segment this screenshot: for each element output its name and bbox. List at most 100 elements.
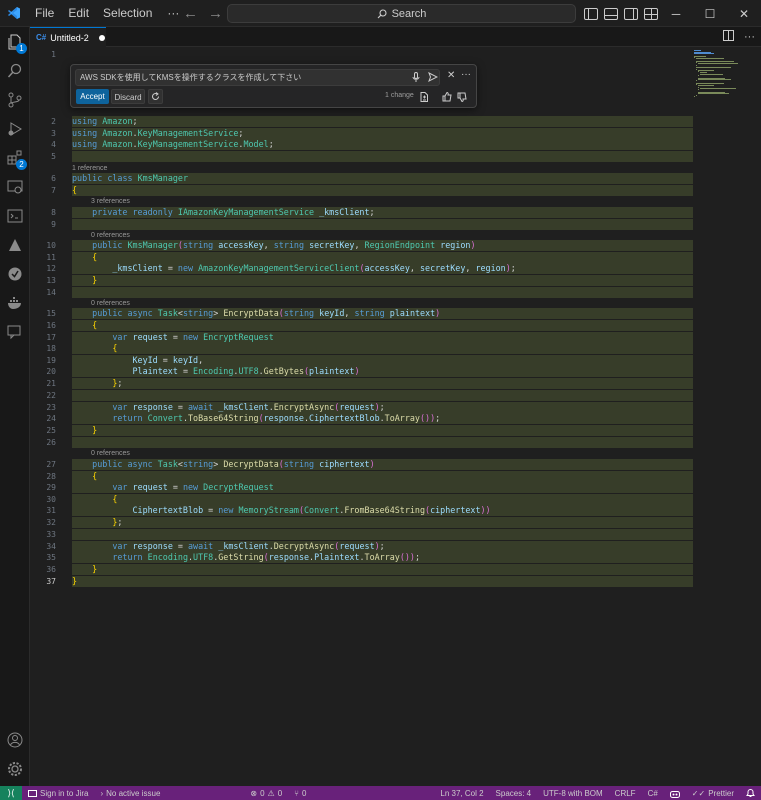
end-of-line[interactable]: CRLF <box>609 789 642 798</box>
source-control-icon[interactable] <box>6 91 24 109</box>
customize-layout-icon[interactable] <box>644 7 658 20</box>
chat-prompt-input[interactable]: AWS SDKを使用してKMSを操作するクラスを作成して下さい <box>75 69 440 86</box>
indentation[interactable]: Spaces: 4 <box>490 789 538 798</box>
code-line[interactable] <box>72 150 693 162</box>
view-diff-icon[interactable] <box>420 91 428 105</box>
back-arrow-icon[interactable]: ← <box>183 5 198 22</box>
microphone-icon[interactable] <box>412 71 420 85</box>
active-issue[interactable]: › No active issue <box>94 789 166 798</box>
code-editor[interactable]: 1 2 using Amazon; 3 using Amazon.KeyManageme… <box>30 47 761 786</box>
code-line[interactable]: }; <box>72 516 693 528</box>
split-editor-icon[interactable] <box>723 30 734 44</box>
toggle-primary-sidebar-icon[interactable] <box>584 7 598 20</box>
settings-gear-icon[interactable] <box>6 760 24 778</box>
minimize-icon[interactable]: ─ <box>659 0 693 27</box>
minimap-line <box>698 71 699 73</box>
code-line[interactable]: } <box>72 424 693 436</box>
code-line[interactable]: { <box>72 342 693 354</box>
run-debug-icon[interactable] <box>6 120 24 138</box>
send-icon[interactable] <box>428 71 439 85</box>
extensions-icon[interactable]: 2 <box>6 149 27 170</box>
remote-explorer-icon[interactable] <box>6 178 24 196</box>
code-line[interactable]: { <box>72 319 693 331</box>
vertical-scrollbar[interactable] <box>750 47 761 786</box>
codelens-decrypt[interactable]: 0 references <box>91 449 130 459</box>
ports-indicator[interactable]: ⑂ 0 <box>288 789 312 798</box>
docker-icon[interactable] <box>6 294 24 312</box>
code-line[interactable]: CiphertextBlob = new MemoryStream(Conver… <box>72 504 693 516</box>
code-line[interactable] <box>72 218 693 230</box>
command-center-search[interactable]: Search <box>227 4 576 23</box>
thumbs-down-icon[interactable] <box>457 91 467 105</box>
thumbs-up-icon[interactable] <box>442 91 452 105</box>
toggle-secondary-sidebar-icon[interactable] <box>624 7 638 20</box>
code-line[interactable]: using Amazon.KeyManagementService.Model; <box>72 138 693 150</box>
code-line[interactable]: public class KmsManager <box>72 172 693 184</box>
cursor-position[interactable]: Ln 37, Col 2 <box>434 789 489 798</box>
code-line[interactable]: private readonly IAmazonKeyManagementSer… <box>72 206 693 218</box>
more-actions-icon[interactable]: ··· <box>744 31 755 43</box>
code-line[interactable]: { <box>72 251 693 263</box>
code-line[interactable]: using Amazon.KeyManagementService; <box>72 127 693 139</box>
code-line[interactable] <box>72 389 693 401</box>
code-line[interactable]: public KmsManager(string accessKey, stri… <box>72 239 693 251</box>
code-line[interactable]: }; <box>72 377 693 389</box>
copilot-icon[interactable] <box>664 789 686 798</box>
code-line[interactable] <box>72 528 693 540</box>
code-line[interactable]: } <box>72 563 693 575</box>
aws-toolkit-icon[interactable] <box>6 236 24 254</box>
code-line[interactable]: return Encoding.UTF8.GetString(response.… <box>72 551 693 563</box>
code-line[interactable]: var response = await _kmsClient.DecryptA… <box>72 540 693 552</box>
code-line[interactable]: return Convert.ToBase64String(response.C… <box>72 412 693 424</box>
code-line[interactable] <box>72 436 693 448</box>
menu-selection[interactable]: Selection <box>96 0 159 27</box>
unsaved-dot-icon[interactable] <box>98 34 105 41</box>
forward-arrow-icon[interactable]: → <box>208 5 223 22</box>
menu-file[interactable]: File <box>28 0 61 27</box>
accept-button[interactable]: Accept <box>76 89 109 104</box>
codelens-field[interactable]: 3 references <box>91 197 130 207</box>
code-line[interactable]: var response = await _kmsClient.EncryptA… <box>72 401 693 413</box>
code-line[interactable] <box>72 49 693 61</box>
maximize-icon[interactable]: ☐ <box>693 0 727 27</box>
tab-untitled-2[interactable]: C# Untitled-2 <box>30 27 106 47</box>
code-line[interactable]: { <box>72 184 693 196</box>
remote-indicator-icon[interactable]: ⟩⟨ <box>0 786 22 800</box>
codelens-encrypt[interactable]: 0 references <box>91 299 130 309</box>
problems-indicator[interactable]: ⊗ 0 ⚠ 0 <box>244 789 288 798</box>
account-icon[interactable] <box>6 731 24 749</box>
code-line[interactable]: { <box>72 493 693 505</box>
code-line[interactable]: var request = new DecryptRequest <box>72 481 693 493</box>
close-window-icon[interactable]: ✕ <box>727 0 761 27</box>
code-line[interactable]: _kmsClient = new AmazonKeyManagementServ… <box>72 262 693 274</box>
testing-icon[interactable] <box>6 265 24 283</box>
code-line[interactable]: public async Task<string> EncryptData(st… <box>72 307 693 319</box>
code-line[interactable]: } <box>72 575 693 587</box>
jira-sign-in[interactable]: Sign in to Jira <box>22 789 94 798</box>
chat-icon[interactable] <box>6 323 24 341</box>
chat-more-icon[interactable]: ··· <box>461 69 471 80</box>
regenerate-icon[interactable] <box>148 89 163 104</box>
code-line[interactable]: Plaintext = Encoding.UTF8.GetBytes(plain… <box>72 365 693 377</box>
codelens-constructor[interactable]: 0 references <box>91 231 130 241</box>
code-line[interactable] <box>72 286 693 298</box>
codelens-class[interactable]: 1 reference <box>72 164 107 174</box>
language-mode[interactable]: C# <box>642 789 664 798</box>
terminal-view-icon[interactable] <box>6 207 24 225</box>
prettier-status[interactable]: ✓✓ Prettier <box>686 789 740 798</box>
code-line[interactable]: { <box>72 470 693 482</box>
code-line[interactable]: using Amazon; <box>72 115 693 127</box>
search-view-icon[interactable] <box>6 62 24 80</box>
code-line[interactable]: public async Task<string> DecryptData(st… <box>72 458 693 470</box>
toggle-panel-icon[interactable] <box>604 7 618 20</box>
notifications-bell-icon[interactable] <box>740 788 761 798</box>
explorer-icon[interactable]: 1 <box>6 33 27 54</box>
minimap[interactable] <box>694 47 750 97</box>
close-chat-icon[interactable]: ✕ <box>447 70 455 81</box>
code-line[interactable]: } <box>72 274 693 286</box>
code-line[interactable]: var request = new EncryptRequest <box>72 331 693 343</box>
menu-edit[interactable]: Edit <box>61 0 96 27</box>
code-line[interactable]: KeyId = keyId, <box>72 354 693 366</box>
discard-button[interactable]: Discard <box>111 89 145 104</box>
file-encoding[interactable]: UTF-8 with BOM <box>537 789 609 798</box>
